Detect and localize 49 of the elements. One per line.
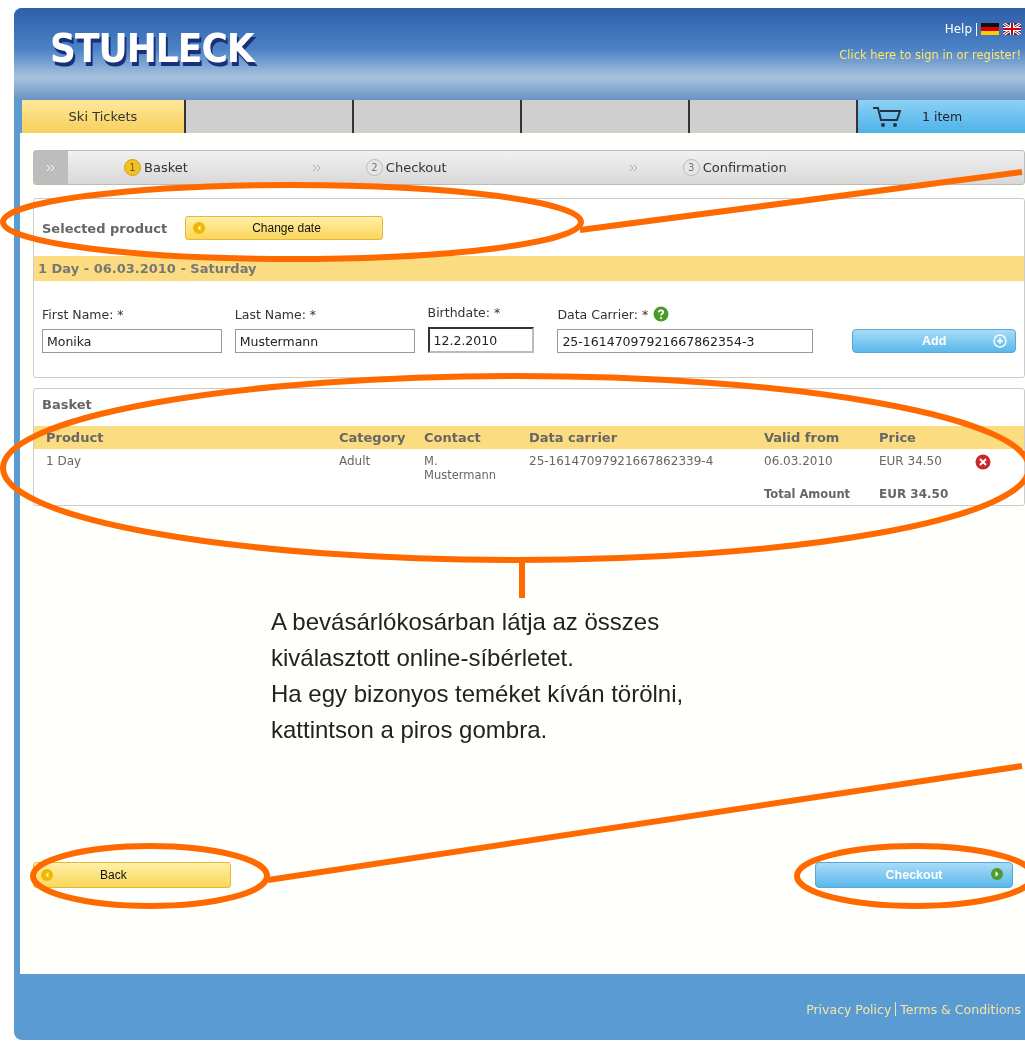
step-number: 3	[682, 159, 700, 176]
panel-title: Selected product	[42, 220, 168, 236]
step-label: Basket	[144, 160, 188, 175]
total-label: Total Amount	[764, 487, 852, 501]
cart-tab[interactable]: 1 item	[858, 100, 1025, 133]
step-label: Confirmation	[702, 160, 787, 175]
panel-title: Basket	[41, 396, 93, 414]
table-cell-text: 25-16147097921667862339-4	[529, 454, 715, 468]
double-chevron-icon	[46, 163, 56, 172]
step-label: Checkout	[385, 160, 447, 175]
double-chevron-icon	[311, 163, 322, 172]
input-field[interactable]: Mustermann	[234, 329, 415, 353]
table-cell-text: 06.03.2010	[764, 454, 834, 468]
field-label: First Name: *	[42, 307, 124, 322]
british-flag-icon[interactable]	[1003, 23, 1021, 35]
cart-icon	[872, 105, 902, 128]
table-cell-text: M. Mustermann	[424, 454, 498, 482]
callout-line	[519, 560, 525, 598]
field-label: Last Name: *	[234, 307, 317, 322]
field-label: Data Carrier: *	[557, 306, 649, 322]
field-label: Birthdate: *	[427, 305, 501, 320]
input-field[interactable]: Monika	[42, 329, 222, 353]
column-header: Category	[339, 430, 407, 445]
delete-icon[interactable]	[975, 454, 991, 470]
step-number: 1	[124, 159, 141, 176]
german-flag-icon[interactable]	[981, 23, 999, 35]
total-value: EUR 34.50	[879, 487, 950, 501]
column-header: Price	[879, 430, 917, 445]
annotation-text: Ha egy bizonyos teméket kíván törölni, kattintson a piros gombra.	[271, 679, 685, 745]
back-button[interactable]: Back	[33, 862, 231, 888]
input-field[interactable]: 25-16147097921667862354-3	[557, 329, 814, 353]
help-link[interactable]: Help	[944, 22, 972, 36]
column-header: Data carrier	[529, 430, 619, 445]
date-bar: 1 Day - 06.03.2010 - Saturday	[34, 256, 1024, 281]
help-icon[interactable]	[653, 306, 670, 322]
input-field[interactable]: 12.2.2010	[427, 327, 534, 353]
column-header: Valid from	[764, 430, 841, 445]
tab[interactable]: Ski Tickets	[22, 100, 186, 133]
column-header: Product	[45, 430, 105, 445]
table-cell-text: EUR 34.50	[879, 454, 943, 468]
double-chevron-icon	[628, 163, 639, 172]
plus-icon	[993, 334, 1007, 348]
table-cell-text: 1 Day	[45, 454, 83, 468]
table-cell-text: Adult	[339, 454, 372, 468]
annotation-text: A bevásárlókosárban látja az összes kiválasztott online-síbérletet.	[271, 607, 661, 673]
change-date-button[interactable]: Change date	[185, 216, 384, 240]
logo: STUHLECK	[50, 25, 254, 72]
column-header: Contact	[424, 430, 482, 445]
step-number: 2	[365, 159, 383, 176]
